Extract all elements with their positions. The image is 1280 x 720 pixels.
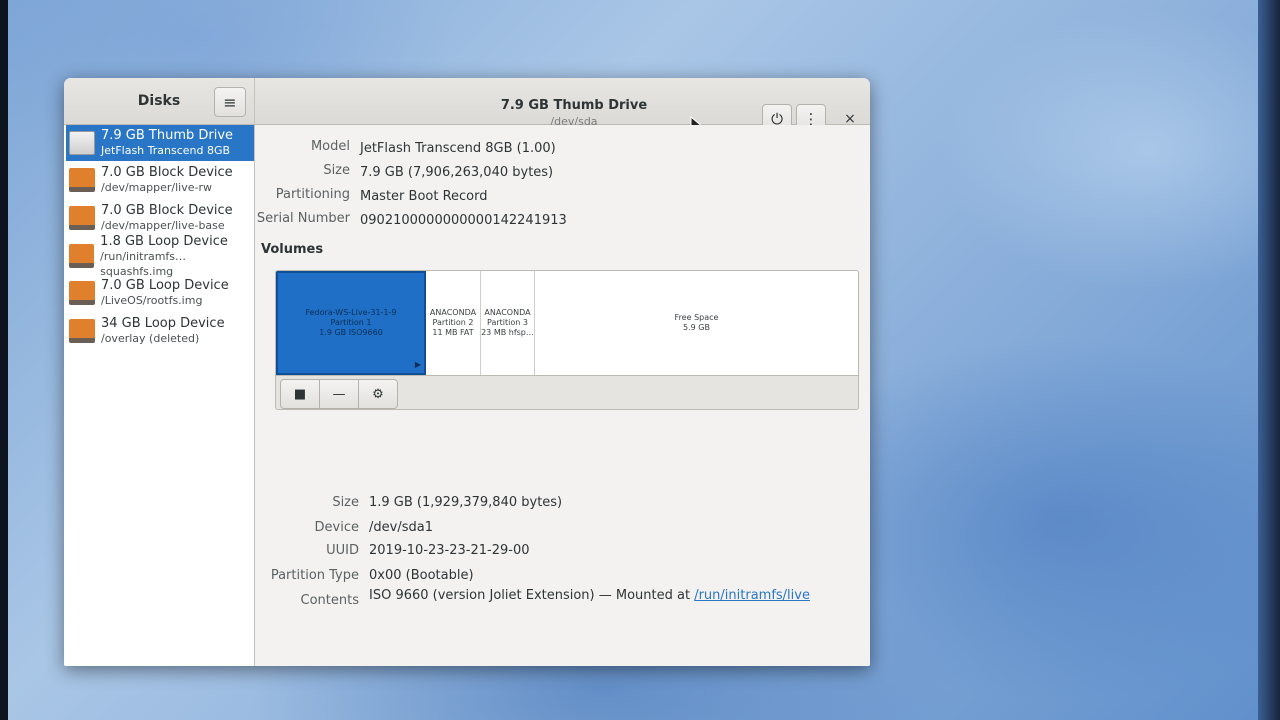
device-subtitle: /LiveOS/rootfs.img	[101, 294, 203, 307]
volume-partition-number: Partition 1	[330, 318, 372, 327]
block-device-icon	[69, 168, 95, 192]
partition-size-label: Size	[332, 495, 359, 510]
app-menu-button[interactable]: ≡	[214, 87, 246, 117]
volume-partition-number: Partition 2	[432, 318, 474, 327]
screen-bezel-left	[0, 0, 8, 720]
stop-icon: ■	[293, 386, 307, 402]
device-item-live-base[interactable]: 7.0 GB Block Device /dev/mapper/live-bas…	[66, 200, 254, 236]
contents-value: ISO 9660 (version Joliet Extension) — Mo…	[369, 588, 810, 603]
device-name: 7.0 GB Loop Device	[101, 278, 229, 293]
minus-icon: —	[332, 386, 346, 402]
loop-device-icon	[69, 319, 95, 343]
device-name: 34 GB Loop Device	[101, 316, 225, 331]
device-subtitle: JetFlash Transcend 8GB	[101, 144, 231, 157]
device-subtitle: /dev/mapper/live-base	[101, 219, 225, 232]
volume-partition-2[interactable]: ANACONDA Partition 2 11 MB FAT	[426, 271, 481, 375]
mount-point-link[interactable]: /run/initramfs/live	[694, 588, 810, 603]
device-name: 7.0 GB Block Device	[101, 165, 233, 180]
volume-toolbar: ■ — ⚙	[280, 379, 398, 409]
volume-partition-1[interactable]: Fedora-WS-Live-31-1-9 Partition 1 1.9 GB…	[276, 271, 426, 375]
volume-map: Fedora-WS-Live-31-1-9 Partition 1 1.9 GB…	[276, 271, 858, 376]
drive-size-value: 7.9 GB (7,906,263,040 bytes)	[360, 165, 554, 180]
header-bar: Disks ≡ 7.9 GB Thumb Drive /dev/sda ⏻ ⋮ …	[64, 78, 870, 134]
device-subtitle: /run/initramfs…squashfs.img	[100, 249, 187, 278]
volume-label: ANACONDA	[429, 308, 477, 317]
volume-free-space[interactable]: Free Space 5.9 GB	[535, 271, 858, 375]
model-label: Model	[310, 139, 350, 154]
volumes-panel: Fedora-WS-Live-31-1-9 Partition 1 1.9 GB…	[275, 270, 859, 410]
volume-description: 11 MB FAT	[432, 328, 474, 337]
uuid-value: 2019-10-23-23-21-29-00	[369, 543, 530, 558]
serial-label: Serial Number	[256, 211, 350, 226]
device-item-overlay-loop[interactable]: 34 GB Loop Device /overlay (deleted)	[66, 313, 254, 349]
loop-device-icon	[69, 281, 95, 305]
partition-type-label: Partition Type	[270, 568, 359, 583]
device-name: 1.8 GB Loop Device	[100, 233, 228, 249]
device-list: 7.9 GB Thumb Drive JetFlash Transcend 8G…	[64, 125, 254, 666]
volume-label: ANACONDA	[484, 308, 531, 317]
partitioning-value: Master Boot Record	[360, 189, 488, 204]
serial-value: 0902100000000000142241913	[360, 213, 567, 228]
unmount-button[interactable]: ■	[281, 380, 320, 408]
device-subtitle: /overlay (deleted)	[101, 332, 200, 345]
block-device-icon	[69, 206, 95, 230]
partition-type-value: 0x00 (Bootable)	[369, 568, 474, 583]
device-item-live-rw[interactable]: 7.0 GB Block Device /dev/mapper/live-rw	[66, 162, 254, 198]
volume-label: Free Space	[674, 313, 719, 322]
contents-label: Contents	[300, 593, 359, 608]
drive-details: Model JetFlash Transcend 8GB (1.00) Size…	[255, 125, 870, 666]
volume-partition-3[interactable]: ANACONDA Partition 3 23 MB hfsp…	[481, 271, 535, 375]
usb-drive-icon	[69, 131, 95, 155]
volume-description: 5.9 GB	[683, 323, 710, 332]
device-subtitle: /dev/mapper/live-rw	[101, 181, 212, 194]
screen-bezel-right	[1258, 0, 1280, 720]
mounted-indicator-icon: ▶	[414, 360, 421, 369]
device-name: 7.9 GB Thumb Drive	[101, 128, 234, 143]
device-label: Device	[314, 520, 359, 535]
loop-device-icon	[69, 244, 95, 268]
partitioning-label: Partitioning	[275, 187, 350, 202]
hamburger-icon: ≡	[223, 92, 237, 112]
gears-icon: ⚙	[372, 386, 384, 402]
uuid-label: UUID	[326, 543, 359, 558]
disks-window: Disks ≡ 7.9 GB Thumb Drive /dev/sda ⏻ ⋮ …	[64, 78, 870, 666]
volume-partition-number: Partition 3	[487, 318, 528, 327]
partition-size-value: 1.9 GB (1,929,379,840 bytes)	[369, 495, 563, 510]
volumes-heading: Volumes	[261, 242, 324, 257]
delete-partition-button[interactable]: —	[320, 380, 359, 408]
device-item-thumb-drive[interactable]: 7.9 GB Thumb Drive JetFlash Transcend 8G…	[66, 125, 254, 161]
contents-text: ISO 9660 (version Joliet Extension) — Mo…	[369, 588, 695, 603]
device-value: /dev/sda1	[369, 520, 433, 535]
model-value: JetFlash Transcend 8GB (1.00)	[360, 141, 556, 156]
window-title: 7.9 GB Thumb Drive	[500, 98, 648, 113]
volume-label: Fedora-WS-Live-31-1-9	[305, 308, 397, 317]
device-item-rootfs-loop[interactable]: 7.0 GB Loop Device /LiveOS/rootfs.img	[66, 275, 254, 311]
drive-size-label: Size	[323, 163, 350, 178]
device-item-squashfs-loop[interactable]: 1.8 GB Loop Device /run/initramfs…squash…	[66, 234, 254, 278]
device-name: 7.0 GB Block Device	[101, 203, 233, 218]
partition-options-button[interactable]: ⚙	[359, 380, 397, 408]
volume-description: 23 MB hfsp…	[481, 328, 534, 337]
volume-description: 1.9 GB ISO9660	[319, 328, 383, 337]
